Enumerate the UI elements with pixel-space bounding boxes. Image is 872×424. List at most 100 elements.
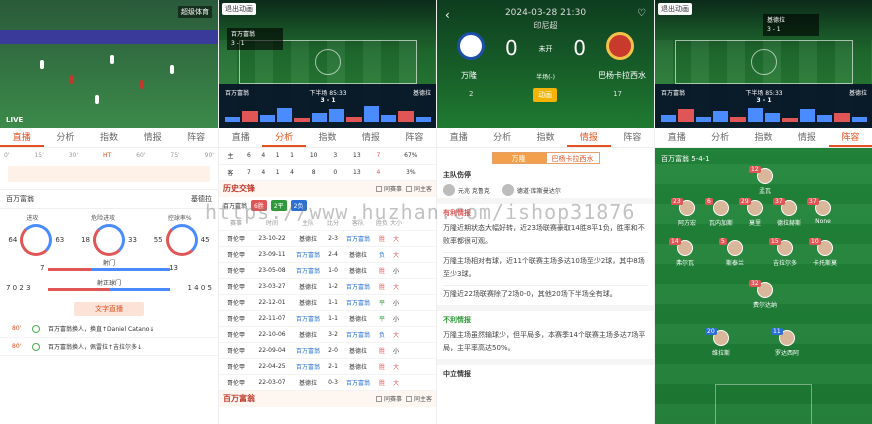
lineup-player[interactable]: 32 费尔达纳 — [745, 280, 785, 309]
tab-odds[interactable]: 指数 — [306, 128, 349, 147]
lineup-player[interactable]: 5 斯泰兰 — [715, 238, 755, 267]
intel-panel: ‹ ♡ 2024-03-28 21:30 印尼超 0 未开 0 万隆 半场(-)… — [436, 0, 654, 424]
lineup-player[interactable]: 12 孟瓦 — [745, 166, 785, 195]
tab-odds[interactable]: 指数 — [524, 128, 567, 147]
timeline-mark: 0' — [4, 152, 10, 159]
player-number: 23 — [671, 198, 683, 205]
lineup-player[interactable]: 20 维拉斯 — [701, 328, 741, 357]
lineup-panel: 退出动画 基德拉 3 - 1 百万富翁 下半场 85:33 3 - 1 基德拉 直… — [654, 0, 872, 424]
home-corner: 2 — [469, 90, 474, 98]
stat-value: 18 — [81, 236, 90, 244]
tab-analysis[interactable]: 分析 — [44, 128, 88, 147]
player-number: 10 — [809, 238, 821, 245]
tab-lineup[interactable]: 阵容 — [393, 128, 436, 147]
table-row: 哥伦甲 22-09-04 百万富翁 2-0 基德拉胜小 — [219, 343, 436, 359]
same-side-checkbox[interactable]: 同主客 — [405, 394, 432, 403]
match-status: 未开 — [538, 45, 553, 53]
tab-live[interactable]: 直播 — [219, 128, 262, 147]
substitution-icon — [32, 324, 40, 333]
same-league-checkbox[interactable]: 同赛事 — [375, 184, 402, 193]
exit-animation-button[interactable]: 退出动画 — [658, 3, 692, 15]
favorable-text: 万隆近22场联赛除了2场0-0，其他20场下半场全有球。 — [443, 290, 617, 298]
shots-label: 射门 — [102, 260, 115, 267]
same-side-checkbox[interactable]: 同主客 — [405, 184, 432, 193]
injury-list: 元兆 克鲁克 德道·库斯曼达尔 — [437, 182, 654, 198]
table-row: 客 7 4 1 4 8 0 13 4 3% — [219, 164, 436, 181]
tab-analysis[interactable]: 分析 — [698, 128, 741, 147]
league-name: 印尼超 — [533, 21, 558, 30]
stat-rings: 64 63 18 33 55 45 — [0, 222, 218, 258]
player-number: 14 — [669, 238, 681, 245]
channel-label: 超级体育 — [178, 6, 212, 18]
timeline-mark: 75' — [170, 152, 180, 159]
tab-lineup[interactable]: 阵容 — [611, 128, 654, 147]
away-corner: 17 — [613, 90, 622, 98]
tab-analysis[interactable]: 分析 — [480, 128, 523, 147]
player-number: 5 — [719, 238, 727, 245]
stadium-board — [0, 30, 218, 44]
recent-header: 百万富翁 同赛事 同主客 — [219, 390, 436, 407]
score-bar: 百万富翁 下半场 85:33 3 - 1 基德拉 — [655, 84, 872, 128]
text-live-button[interactable]: 文字直播 — [74, 302, 144, 316]
table-row: 哥伦甲 23-03-27 基德拉 1-2 百万富翁胜大 — [219, 279, 436, 295]
exit-animation-button[interactable]: 退出动画 — [222, 3, 256, 15]
table-row: 哥伦甲 23-10-22 基德拉 2-3 百万富翁胜大 — [219, 231, 436, 247]
injury-title: 主队伤停 — [443, 171, 471, 179]
lineup-player[interactable]: 15 吉拉尔多 — [765, 238, 805, 267]
tab-intel[interactable]: 情报 — [567, 128, 611, 147]
tab-intel[interactable]: 情报 — [785, 128, 828, 147]
table-row: 哥伦甲 22-11-07 百万富翁 1-1 基德拉平小 — [219, 311, 436, 327]
tab-intel[interactable]: 情报 — [349, 128, 392, 147]
tab-odds[interactable]: 指数 — [87, 128, 131, 147]
tab-bar: 直播 分析 指数 情报 阵容 — [219, 128, 436, 148]
analysis-panel: 退出动画 百万富翁 3 - 1 百万富翁 下半场 85:33 3 - 1 基德拉 … — [218, 0, 436, 424]
momentum-chart — [661, 104, 867, 122]
lineup-player[interactable]: 37 None — [803, 198, 843, 225]
team-stats-header: 百万富翁 基德拉 — [0, 190, 218, 209]
away-score: 0 — [573, 36, 586, 60]
tab-intel[interactable]: 情报 — [131, 128, 175, 147]
tab-live[interactable]: 直播 — [437, 128, 480, 147]
lineup-player[interactable]: 14 弗尔瓦 — [665, 238, 705, 267]
favorable-title: 有利情报 — [437, 198, 654, 220]
tab-analysis[interactable]: 分析 — [262, 128, 306, 147]
on-target-label: 射正球门 — [96, 280, 121, 287]
live-panel: 超级体育 LIVE 直播 分析 指数 情报 阵容 0' 15' 30' HT 6… — [0, 0, 218, 424]
tab-bar: 直播 分析 指数 情报 阵容 — [0, 128, 218, 148]
possession-ring — [165, 224, 198, 256]
timeline-mark: 60' — [136, 152, 146, 159]
list-item: 元兆 克鲁克 — [443, 184, 490, 196]
timeline-mark: 15' — [34, 152, 44, 159]
away-team-toggle[interactable]: 巴杨卡拉西水 — [545, 152, 600, 164]
video-player[interactable]: 超级体育 LIVE — [0, 0, 218, 128]
player-number: 20 — [705, 328, 717, 335]
score-bar: 百万富翁 下半场 85:33 3 - 1 基德拉 — [219, 84, 436, 128]
animation-pitch: 退出动画 百万富翁 3 - 1 百万富翁 下半场 85:33 3 - 1 基德拉 — [219, 0, 436, 128]
tab-live[interactable]: 直播 — [0, 128, 44, 147]
stat-label: 进攻 — [26, 215, 39, 222]
player-number: 29 — [739, 198, 751, 205]
tab-lineup[interactable]: 阵容 — [174, 128, 218, 147]
player-name: 弗尔瓦 — [675, 260, 694, 267]
home-team-toggle[interactable]: 万隆 — [491, 152, 546, 164]
player-name: 维拉斯 — [711, 350, 730, 357]
lineup-player[interactable]: 11 罗达西阿 — [767, 328, 807, 357]
shots-right: 13 — [169, 264, 178, 272]
player-name: None — [815, 218, 831, 225]
team-toggle: 万隆 巴杨卡拉西水 — [437, 152, 654, 164]
lineup-player[interactable]: 10 卡托斯莫 — [805, 238, 845, 267]
tab-odds[interactable]: 指数 — [742, 128, 785, 147]
animation-button[interactable]: 动画 — [533, 88, 557, 102]
player-number: 37 — [807, 198, 819, 205]
table-row: 哥伦甲 22-12-01 基德拉 1-1 百万富翁平小 — [219, 295, 436, 311]
team-away-name: 基德拉 — [191, 195, 212, 203]
tab-lineup[interactable]: 阵容 — [828, 128, 872, 147]
same-league-checkbox[interactable]: 同赛事 — [375, 394, 402, 403]
team-home-name: 百万富翁 — [6, 195, 34, 203]
danger-ring — [92, 224, 125, 256]
tab-live[interactable]: 直播 — [655, 128, 698, 147]
player-number: 11 — [771, 328, 783, 335]
timeline-bar — [8, 166, 210, 182]
avatar — [501, 184, 514, 196]
player-number: 6 — [705, 198, 713, 205]
